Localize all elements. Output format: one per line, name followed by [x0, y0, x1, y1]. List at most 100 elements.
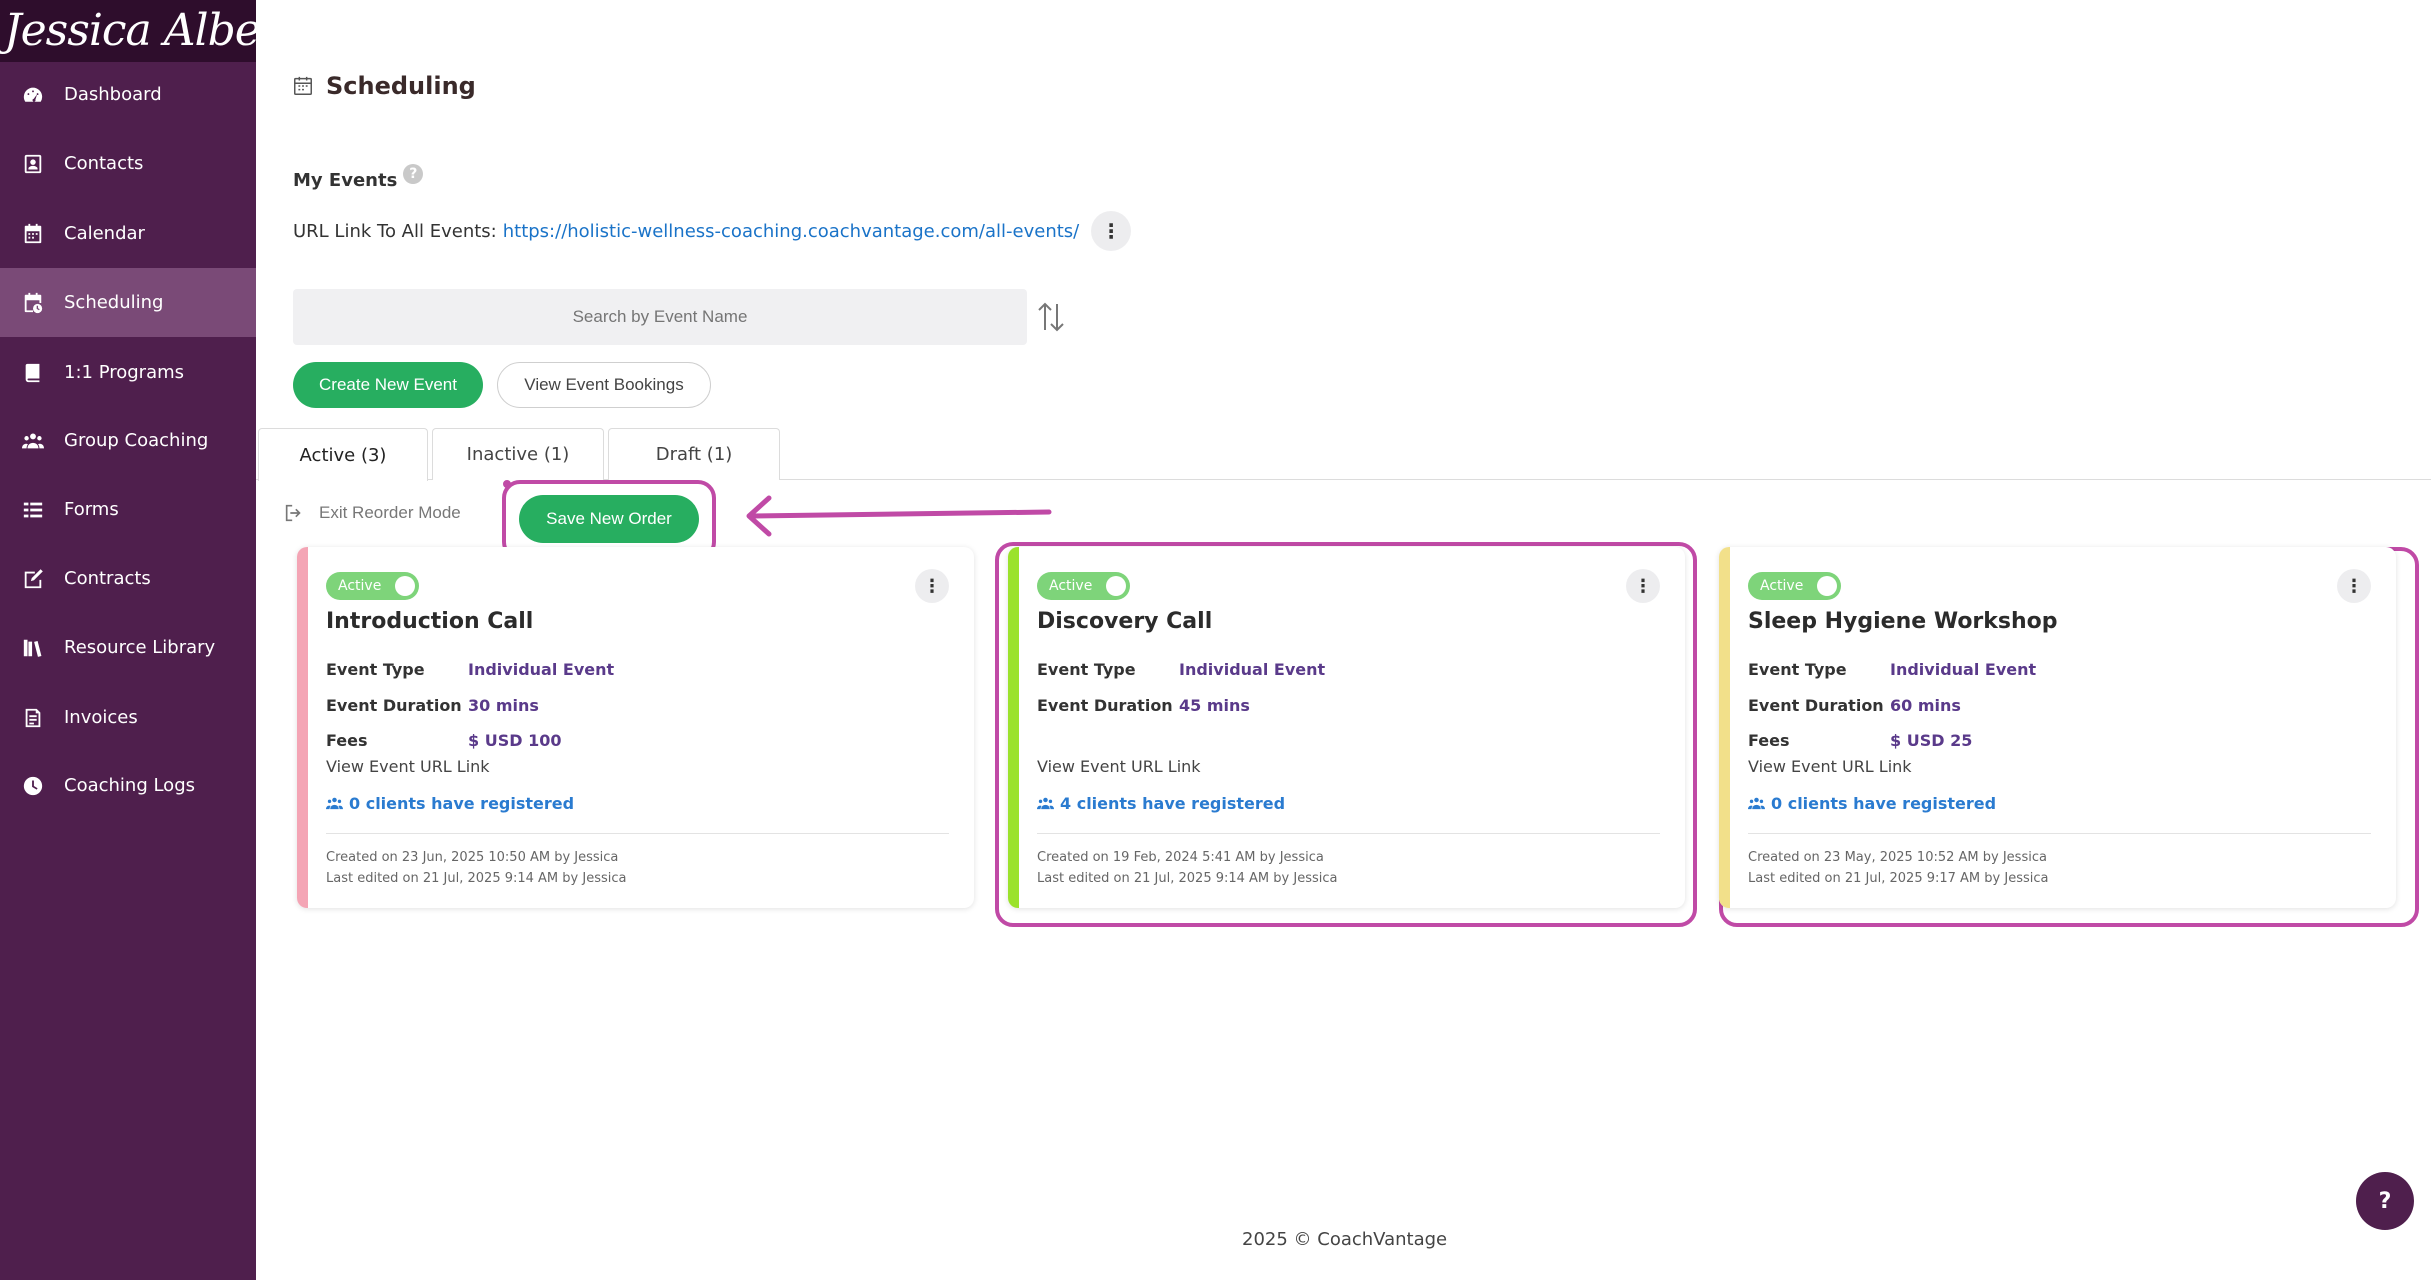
- card-more-button[interactable]: ⋮: [2337, 569, 2371, 603]
- my-events-heading: My Events ?: [293, 163, 424, 191]
- field-value: 30 mins: [468, 696, 539, 715]
- save-new-order-button[interactable]: Save New Order: [519, 495, 699, 543]
- group-icon: [326, 797, 343, 810]
- clock-icon: [22, 775, 44, 797]
- status-label: Active: [1760, 578, 1804, 594]
- event-title: Discovery Call: [1037, 609, 1213, 634]
- status-toggle[interactable]: Active: [1037, 572, 1130, 600]
- view-event-url-link[interactable]: View Event URL Link: [326, 757, 490, 776]
- created-meta: Created on 23 Jun, 2025 10:50 AM by Jess…: [326, 850, 619, 865]
- status-label: Active: [1049, 578, 1093, 594]
- exit-reorder-button[interactable]: Exit Reorder Mode: [283, 502, 461, 524]
- sidebar-item-coaching-logs[interactable]: Coaching Logs: [0, 751, 256, 820]
- url-more-button[interactable]: ⋮: [1091, 211, 1132, 251]
- created-meta: Created on 23 May, 2025 10:52 AM by Jess…: [1748, 850, 2047, 865]
- create-new-event-button[interactable]: Create New Event: [293, 362, 483, 408]
- contract-icon: [22, 568, 44, 590]
- sidebar-item-label: Invoices: [64, 707, 138, 728]
- group-icon: [1037, 797, 1054, 810]
- sidebar-item-label: Calendar: [64, 223, 145, 244]
- help-button[interactable]: ?: [2356, 1172, 2414, 1230]
- sidebar-item-programs[interactable]: 1:1 Programs: [0, 338, 256, 407]
- sidebar-item-label: Coaching Logs: [64, 775, 196, 796]
- sidebar: Jessica Albert Dashboard Contacts Calend…: [0, 0, 256, 1280]
- tab-inactive[interactable]: Inactive (1): [432, 428, 604, 480]
- sidebar-item-label: 1:1 Programs: [64, 362, 185, 383]
- card-more-button[interactable]: ⋮: [915, 569, 949, 603]
- status-toggle[interactable]: Active: [326, 572, 419, 600]
- calendar-icon: [22, 223, 44, 245]
- registered-clients-link[interactable]: 0 clients have registered: [1748, 794, 1996, 813]
- invoice-icon: [22, 707, 44, 729]
- forms-icon: [22, 499, 44, 521]
- field-label: Event Type: [1037, 660, 1136, 679]
- clients-text: 4 clients have registered: [1060, 794, 1286, 813]
- field-value: Individual Event: [1179, 660, 1326, 679]
- sidebar-item-label: Resource Library: [64, 637, 216, 658]
- arrow-icon: [746, 495, 1052, 537]
- sidebar-item-forms[interactable]: Forms: [0, 475, 256, 544]
- card-color-stripe: [1719, 547, 1730, 908]
- group-icon: [22, 430, 44, 452]
- card-color-stripe: [297, 547, 308, 908]
- book-icon: [22, 362, 44, 384]
- sidebar-item-label: Contracts: [64, 568, 151, 589]
- field-label: Event Type: [1748, 660, 1847, 679]
- card-divider: [1037, 833, 1660, 834]
- view-event-url-link[interactable]: View Event URL Link: [1037, 757, 1201, 776]
- page-title-text: Scheduling: [326, 72, 476, 100]
- event-type-row: Event Type Individual Event: [1748, 660, 2036, 679]
- registered-clients-link[interactable]: 4 clients have registered: [1037, 794, 1285, 813]
- page-title: Scheduling: [292, 72, 476, 100]
- tab-active[interactable]: Active (3): [258, 428, 428, 481]
- event-card[interactable]: Active ⋮ Sleep Hygiene Workshop Event Ty…: [1719, 547, 2396, 908]
- status-toggle[interactable]: Active: [1748, 572, 1841, 600]
- sidebar-item-resource-library[interactable]: Resource Library: [0, 613, 256, 682]
- event-card[interactable]: Active ⋮ Introduction Call Event Type In…: [297, 547, 974, 908]
- event-duration-row: Event Duration 60 mins: [1748, 696, 1961, 715]
- group-icon: [1748, 797, 1765, 810]
- help-icon[interactable]: ?: [403, 163, 424, 184]
- sidebar-item-dashboard[interactable]: Dashboard: [0, 60, 256, 129]
- created-meta: Created on 19 Feb, 2024 5:41 AM by Jessi…: [1037, 850, 1324, 865]
- field-label: Fees: [1748, 731, 1790, 750]
- scheduling-icon: [22, 292, 44, 314]
- card-divider: [326, 833, 949, 834]
- card-color-stripe: [1008, 547, 1019, 908]
- edited-meta: Last edited on 21 Jul, 2025 9:14 AM by J…: [1037, 871, 1338, 886]
- sidebar-item-label: Dashboard: [64, 84, 162, 105]
- event-card[interactable]: Active ⋮ Discovery Call Event Type Indiv…: [1008, 547, 1685, 908]
- toggle-knob: [1106, 576, 1126, 596]
- field-label: Event Duration: [1748, 696, 1884, 715]
- sidebar-item-label: Scheduling: [64, 292, 164, 313]
- field-value: $ USD 100: [468, 731, 562, 750]
- sidebar-item-calendar[interactable]: Calendar: [0, 199, 256, 268]
- tab-draft[interactable]: Draft (1): [608, 428, 780, 480]
- sidebar-item-contacts[interactable]: Contacts: [0, 129, 256, 198]
- exit-reorder-label: Exit Reorder Mode: [319, 503, 461, 522]
- dashboard-icon: [22, 84, 44, 106]
- sidebar-item-invoices[interactable]: Invoices: [0, 683, 256, 752]
- sidebar-item-contracts[interactable]: Contracts: [0, 544, 256, 613]
- my-events-label: My Events: [293, 170, 398, 191]
- field-label: Event Duration: [326, 696, 462, 715]
- registered-clients-link[interactable]: 0 clients have registered: [326, 794, 574, 813]
- clients-text: 0 clients have registered: [349, 794, 575, 813]
- view-event-bookings-button[interactable]: View Event Bookings: [497, 362, 711, 408]
- field-value: 45 mins: [1179, 696, 1250, 715]
- library-icon: [22, 637, 44, 659]
- toggle-knob: [1817, 576, 1837, 596]
- card-more-button[interactable]: ⋮: [1626, 569, 1660, 603]
- brand-logo[interactable]: Jessica Albert: [0, 0, 256, 62]
- search-input[interactable]: [293, 289, 1027, 345]
- sidebar-item-group-coaching[interactable]: Group Coaching: [0, 406, 256, 475]
- view-event-url-link[interactable]: View Event URL Link: [1748, 757, 1912, 776]
- sidebar-item-scheduling[interactable]: Scheduling: [0, 268, 256, 337]
- event-type-row: Event Type Individual Event: [326, 660, 614, 679]
- sort-icon[interactable]: [1034, 300, 1068, 334]
- all-events-url-link[interactable]: https://holistic-wellness-coaching.coach…: [503, 221, 1080, 242]
- field-value: Individual Event: [468, 660, 615, 679]
- field-value: Individual Event: [1890, 660, 2037, 679]
- event-title: Sleep Hygiene Workshop: [1748, 609, 2058, 634]
- app-page: Jessica Albert Dashboard Contacts Calend…: [0, 0, 2431, 1280]
